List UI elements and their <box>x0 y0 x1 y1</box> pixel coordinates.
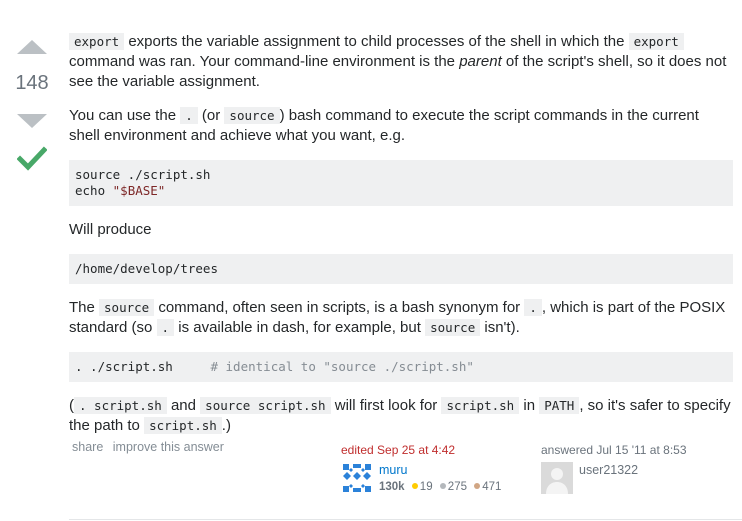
code-line: . ./script.sh <box>75 359 173 374</box>
answered-signature: answered Jul 15 '11 at 8:53 user21322 <box>541 443 731 494</box>
upvote-arrow-icon[interactable] <box>17 40 47 54</box>
silver-badge-count: 275 <box>447 481 467 493</box>
author-row: user21322 <box>541 462 731 494</box>
inline-code: source script.sh <box>200 397 331 414</box>
downvote-arrow-icon[interactable] <box>17 114 47 128</box>
paragraph-will-produce: Will produce <box>69 221 152 238</box>
text: (or <box>197 107 225 124</box>
text: isn't). <box>480 319 520 336</box>
text: exports the variable assignment to child… <box>124 33 629 50</box>
gold-badge-icon <box>411 483 418 490</box>
inline-code: export <box>69 33 125 50</box>
text: is available in dash, for example, but <box>174 319 426 336</box>
code-block-dot: . ./script.sh # identical to "source ./s… <box>69 352 733 382</box>
emphasis-parent: parent <box>459 53 502 70</box>
code-line: echo <box>75 183 113 198</box>
code-block-output: /home/develop/trees <box>69 254 733 284</box>
text: command was ran. Your command-line envir… <box>69 53 460 70</box>
code-block-example: source ./script.sh echo "$BASE" <box>69 160 733 206</box>
text: command, often seen in scripts, is a bas… <box>154 299 525 316</box>
code-comment: # identical to "source ./script.sh" <box>210 359 474 374</box>
paragraph-source: You can use the . (or source) bash comma… <box>69 106 733 146</box>
editor-row: muru 130k 19 275 471 <box>341 462 531 495</box>
text: .) <box>221 417 231 434</box>
paragraph-export: export exports the variable assignment t… <box>69 32 733 92</box>
inline-code: . script.sh <box>74 397 167 414</box>
edited-timestamp[interactable]: edited Sep 25 at 4:42 <box>341 443 531 457</box>
editor-name[interactable]: muru <box>379 462 501 478</box>
edited-signature: edited Sep 25 at 4:42 muru 130k 19 275 4… <box>341 443 531 495</box>
answer-body: export exports the variable assignment t… <box>69 32 733 450</box>
text: You can use the <box>69 107 181 124</box>
text: in <box>519 397 540 414</box>
code-string: "$BASE" <box>112 183 166 198</box>
paragraph-synonym: The source command, often seen in script… <box>69 298 733 338</box>
inline-code: script.sh <box>144 417 222 434</box>
inline-code: . <box>524 299 542 316</box>
code-line: source ./script.sh <box>75 167 211 182</box>
answered-timestamp[interactable]: answered Jul 15 '11 at 8:53 <box>541 443 731 457</box>
inline-code: script.sh <box>441 397 520 414</box>
post-menu: share improve this answer <box>72 440 230 454</box>
reputation-score: 130k <box>379 481 405 493</box>
bronze-badge-count: 471 <box>482 481 502 493</box>
inline-code: PATH <box>539 397 580 414</box>
improve-answer-link[interactable]: improve this answer <box>113 440 224 454</box>
accepted-checkmark-icon <box>17 146 47 171</box>
gold-badge-count: 19 <box>419 481 433 493</box>
identicon-avatar[interactable] <box>341 462 373 494</box>
bronze-badge-icon <box>474 483 481 490</box>
silver-badge-icon <box>439 483 446 490</box>
vote-count: 148 <box>15 72 49 94</box>
share-link[interactable]: share <box>72 440 103 454</box>
inline-code: . <box>180 107 198 124</box>
inline-code: export <box>628 33 684 50</box>
divider <box>69 519 742 520</box>
inline-code: source <box>99 299 155 316</box>
inline-code: source <box>224 107 280 124</box>
author-name: user21322 <box>579 463 639 477</box>
paragraph-path: (. script.sh and source script.sh will f… <box>69 396 733 436</box>
text: The <box>69 299 100 316</box>
inline-code: source <box>425 319 481 336</box>
text: will first look for <box>330 397 442 414</box>
editor-details: muru 130k 19 275 471 <box>379 462 501 495</box>
inline-code: . <box>156 319 175 336</box>
editor-reputation: 130k 19 275 471 <box>379 479 501 495</box>
anonymous-avatar-icon <box>541 462 573 494</box>
text: and <box>166 397 201 414</box>
